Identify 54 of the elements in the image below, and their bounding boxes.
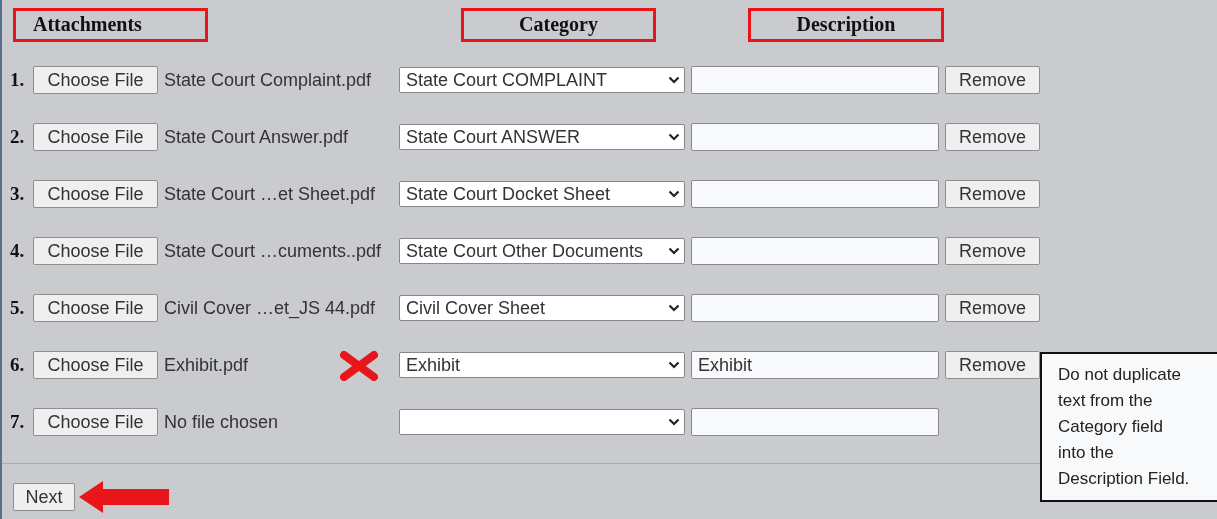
description-field[interactable]	[691, 180, 939, 208]
row-number: 3.	[10, 183, 26, 205]
choose-file-button[interactable]: Choose File	[33, 351, 158, 379]
category-select[interactable]	[399, 409, 685, 435]
remove-button[interactable]: Remove	[945, 180, 1040, 208]
description-field[interactable]	[691, 408, 939, 436]
remove-button[interactable]: Remove	[945, 351, 1040, 379]
remove-button[interactable]: Remove	[945, 123, 1040, 151]
column-header: Description	[748, 8, 944, 42]
category-select[interactable]: State Court Docket Sheet	[399, 181, 685, 207]
category-select[interactable]: State Court ANSWER	[399, 124, 685, 150]
arrow-icon	[79, 479, 171, 515]
next-button[interactable]: Next	[13, 483, 75, 511]
choose-file-button[interactable]: Choose File	[33, 237, 158, 265]
row-number: 7.	[10, 411, 26, 433]
description-field[interactable]	[691, 66, 939, 94]
row-number: 5.	[10, 297, 26, 319]
file-name: State Court Answer.pdf	[164, 126, 349, 147]
row-number: 6.	[10, 354, 26, 376]
file-name: State Court Complaint.pdf	[164, 69, 372, 90]
choose-file-button[interactable]: Choose File	[33, 180, 158, 208]
column-header: Attachments	[13, 8, 208, 42]
file-name: Civil Cover …et_JS 44.pdf	[164, 297, 376, 318]
row-number: 4.	[10, 240, 26, 262]
category-select[interactable]: Exhibit	[399, 352, 685, 378]
description-field[interactable]: Exhibit	[691, 351, 939, 379]
caret-icon	[668, 76, 680, 84]
description-field[interactable]	[691, 294, 939, 322]
remove-button[interactable]: Remove	[945, 237, 1040, 265]
category-select[interactable]: State Court COMPLAINT	[399, 67, 685, 93]
file-name: Exhibit.pdf	[164, 354, 249, 375]
caret-icon	[668, 361, 680, 369]
remove-button[interactable]: Remove	[945, 66, 1040, 94]
caret-icon	[668, 247, 680, 255]
category-select[interactable]: State Court Other Documents	[399, 238, 685, 264]
caret-icon	[668, 190, 680, 198]
row-number: 2.	[10, 126, 26, 148]
caret-icon	[668, 418, 680, 426]
file-name: No file chosen	[164, 411, 279, 432]
description-field[interactable]	[691, 237, 939, 265]
file-name: State Court …cuments..pdf	[164, 240, 382, 261]
caret-icon	[668, 133, 680, 141]
choose-file-button[interactable]: Choose File	[33, 408, 158, 436]
file-name: State Court …et Sheet.pdf	[164, 183, 376, 204]
description-field[interactable]	[691, 123, 939, 151]
caret-icon	[668, 304, 680, 312]
choose-file-button[interactable]: Choose File	[33, 66, 158, 94]
column-header: Category	[461, 8, 656, 42]
remove-button[interactable]: Remove	[945, 294, 1040, 322]
row-number: 1.	[10, 69, 26, 91]
tooltip: Do not duplicate text from the Category field into the Description Field.	[1040, 352, 1217, 502]
choose-file-button[interactable]: Choose File	[33, 123, 158, 151]
category-select[interactable]: Civil Cover Sheet	[399, 295, 685, 321]
choose-file-button[interactable]: Choose File	[33, 294, 158, 322]
